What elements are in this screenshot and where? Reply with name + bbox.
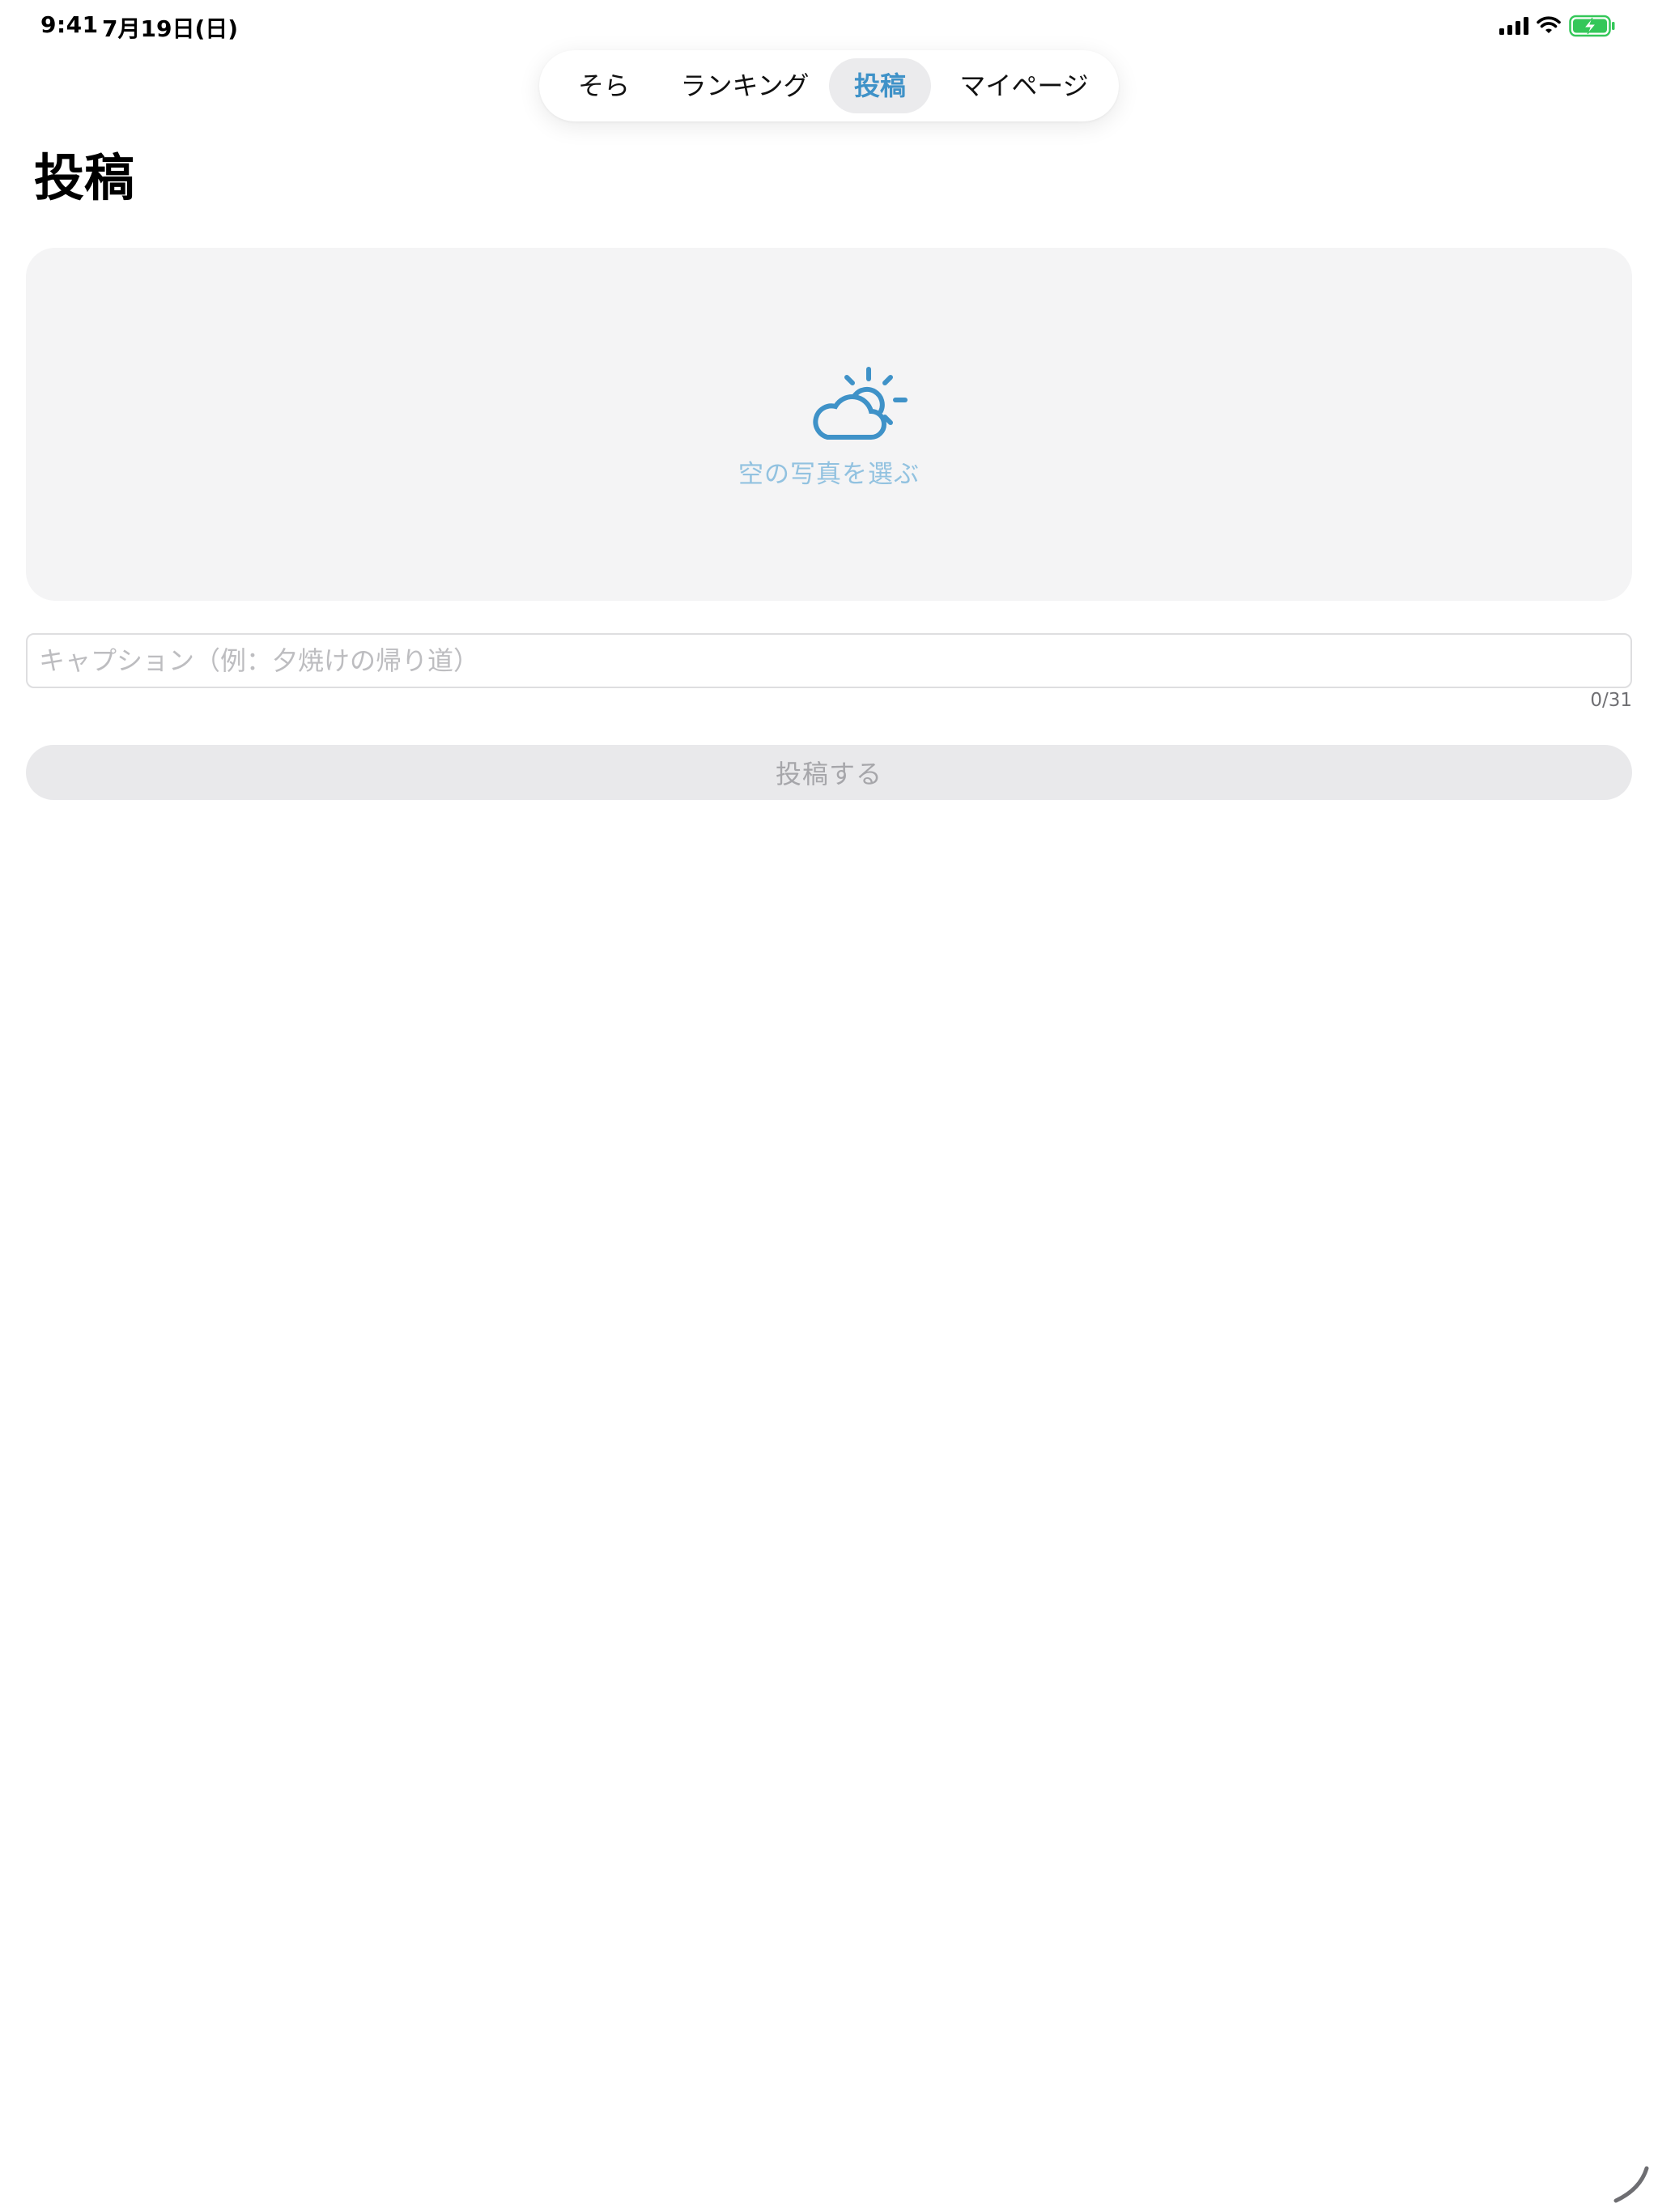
status-date: 7月19日(日) [102,15,239,42]
photo-picker-label: 空の写真を選ぶ [738,460,920,489]
cloud-sun-icon [813,367,908,440]
status-time: 9:41 [40,11,99,38]
tab-ranking[interactable]: ランキング [664,58,826,113]
tab-mypage[interactable]: マイページ [941,58,1107,113]
page-title: 投稿 [34,148,135,207]
status-bar: 9:41 7月19日(日) [0,0,1658,52]
tab-post[interactable]: 投稿 [829,58,931,113]
cellular-signal-icon [1499,17,1528,35]
top-tab-bar: そら ランキング 投稿 マイページ [539,50,1119,121]
battery-charging-icon [1569,15,1615,37]
photo-picker[interactable]: 空の写真を選ぶ [26,248,1632,601]
caption-input[interactable] [26,633,1632,688]
post-screen: 9:41 7月19日(日) そら ランキング 投稿 マイページ 投稿 空の写真を… [0,0,1658,2212]
tab-sora[interactable]: そら [555,58,653,113]
submit-post-button[interactable]: 投稿する [26,745,1632,800]
wifi-icon [1537,16,1561,33]
corner-indicator-icon [1613,2166,1649,2203]
caption-char-counter: 0/31 [1590,690,1632,711]
status-icons [1499,15,1616,37]
